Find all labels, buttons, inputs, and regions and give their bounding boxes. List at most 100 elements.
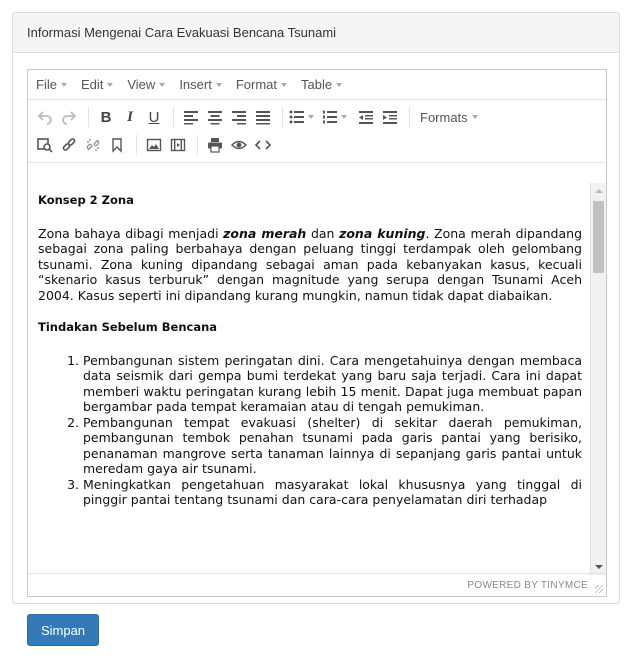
powered-by-link[interactable]: POWERED BY TINYMCE [467, 580, 588, 591]
menu-format-label: Format [235, 77, 277, 92]
chevron-down-icon [215, 82, 222, 87]
bullet-list-icon [289, 110, 304, 124]
chevron-down-icon [60, 82, 67, 87]
link-icon [62, 138, 76, 151]
toolbar-separator [136, 135, 137, 155]
redo-icon [62, 111, 77, 125]
list-item: Meningkatkan pengetahuan masyarakat loka… [83, 477, 582, 508]
source-code-button[interactable] [252, 134, 274, 156]
content-paragraph-zona: Zona bahaya dibagi menjadi zona merah da… [38, 226, 582, 304]
menu-format[interactable]: Format [236, 77, 287, 92]
align-left-button[interactable] [180, 106, 202, 128]
zona-merah-text: zona merah [223, 225, 307, 241]
align-right-button[interactable] [228, 106, 250, 128]
align-center-icon [208, 111, 222, 125]
content-ordered-list: Pembangunan sistem peringatan dini. Cara… [38, 353, 582, 508]
menu-table[interactable]: Table [301, 77, 343, 92]
print-icon [208, 138, 222, 153]
bookmark-button[interactable] [106, 134, 128, 156]
editor-menubar: File Edit View Insert Format Table [28, 70, 606, 100]
zona-kuning-text: zona kuning [339, 225, 426, 241]
scroll-thumb[interactable] [593, 201, 604, 273]
media-button[interactable] [167, 134, 189, 156]
paragraph-text-mid: dan [306, 225, 340, 241]
indent-button[interactable] [379, 106, 401, 128]
undo-button[interactable] [34, 106, 56, 128]
preview-button[interactable] [228, 134, 250, 156]
info-panel: Informasi Mengenai Cara Evakuasi Bencana… [12, 12, 620, 604]
toolbar-separator [88, 107, 89, 127]
editor-content-area[interactable]: Konsep 2 Zona Zona bahaya dibagi menjadi… [28, 183, 606, 575]
bullet-list-dropdown[interactable] [289, 109, 318, 125]
menu-view-label: View [127, 77, 156, 92]
formats-label: Formats [420, 109, 468, 125]
bookmark-icon [112, 138, 122, 153]
panel-title: Informasi Mengenai Cara Evakuasi Bencana… [13, 13, 619, 53]
scroll-up-arrow-icon[interactable] [595, 189, 603, 193]
chevron-down-icon [281, 82, 287, 87]
menu-insert[interactable]: Insert [179, 77, 222, 92]
menu-edit[interactable]: Edit [80, 77, 114, 92]
align-justify-button[interactable] [252, 106, 274, 128]
editor-body[interactable]: Konsep 2 Zona Zona bahaya dibagi menjadi… [28, 183, 590, 575]
toolbar-separator [409, 107, 410, 127]
unlink-button[interactable] [82, 134, 104, 156]
toolbar-separator [197, 135, 198, 155]
paragraph-text-start: Zona bahaya dibagi menjadi [38, 225, 224, 241]
content-scrollbar[interactable] [590, 183, 606, 575]
italic-icon: I [127, 108, 133, 125]
chevron-down-icon [336, 82, 343, 87]
menu-file-label: File [36, 77, 57, 92]
underline-button[interactable]: U [143, 106, 165, 128]
align-center-button[interactable] [204, 106, 226, 128]
undo-icon [37, 111, 52, 125]
image-icon [146, 138, 162, 152]
image-button[interactable] [143, 134, 165, 156]
chevron-down-icon [107, 82, 114, 87]
unlink-icon [86, 139, 100, 151]
outdent-icon [359, 111, 373, 124]
editor-toolbar: B I U Formats [28, 100, 606, 163]
align-right-icon [232, 111, 246, 125]
indent-icon [383, 111, 397, 124]
numbered-list-dropdown[interactable] [322, 109, 351, 125]
menu-view[interactable]: View [127, 77, 166, 92]
align-justify-icon [256, 111, 270, 125]
chevron-down-icon [308, 115, 314, 119]
toolbar-row-1: B I U Formats [34, 103, 600, 131]
chevron-down-icon [341, 115, 347, 119]
content-heading-tindakan: Tindakan Sebelum Bencana [38, 320, 218, 334]
toolbar-row-2 [34, 131, 600, 159]
scroll-down-arrow-icon[interactable] [595, 565, 603, 569]
list-item: Pembangunan sistem peringatan dini. Cara… [83, 353, 582, 415]
numbered-list-icon [323, 110, 337, 124]
eye-icon [231, 140, 247, 150]
media-icon [170, 138, 186, 152]
menu-table-label: Table [301, 77, 333, 92]
outdent-button[interactable] [355, 106, 377, 128]
list-item: Pembangunan tempat evakuasi (shelter) di… [83, 415, 582, 477]
formats-dropdown[interactable]: Formats [420, 110, 478, 125]
rich-text-editor: File Edit View Insert Format Table B I U [27, 69, 607, 597]
redo-button[interactable] [58, 106, 80, 128]
print-button[interactable] [204, 134, 226, 156]
chevron-down-icon [159, 82, 166, 87]
underline-icon: U [148, 108, 160, 126]
menu-edit-label: Edit [80, 77, 104, 92]
resize-handle-icon[interactable] [595, 585, 603, 593]
menu-insert-label: Insert [179, 77, 212, 92]
align-left-icon [184, 111, 198, 125]
toolbar-separator [282, 107, 283, 127]
editor-statusbar: POWERED BY TINYMCE [28, 573, 606, 596]
chevron-down-icon [471, 115, 478, 119]
menu-file[interactable]: File [36, 77, 67, 92]
link-button[interactable] [58, 134, 80, 156]
save-button[interactable]: Simpan [27, 614, 99, 646]
italic-button[interactable]: I [119, 106, 141, 128]
search-replace-icon [37, 138, 53, 153]
content-heading-konsep: Konsep 2 Zona [38, 193, 134, 207]
search-replace-button[interactable] [34, 134, 56, 156]
bold-icon: B [100, 108, 112, 126]
code-icon [255, 140, 271, 150]
bold-button[interactable]: B [95, 106, 117, 128]
